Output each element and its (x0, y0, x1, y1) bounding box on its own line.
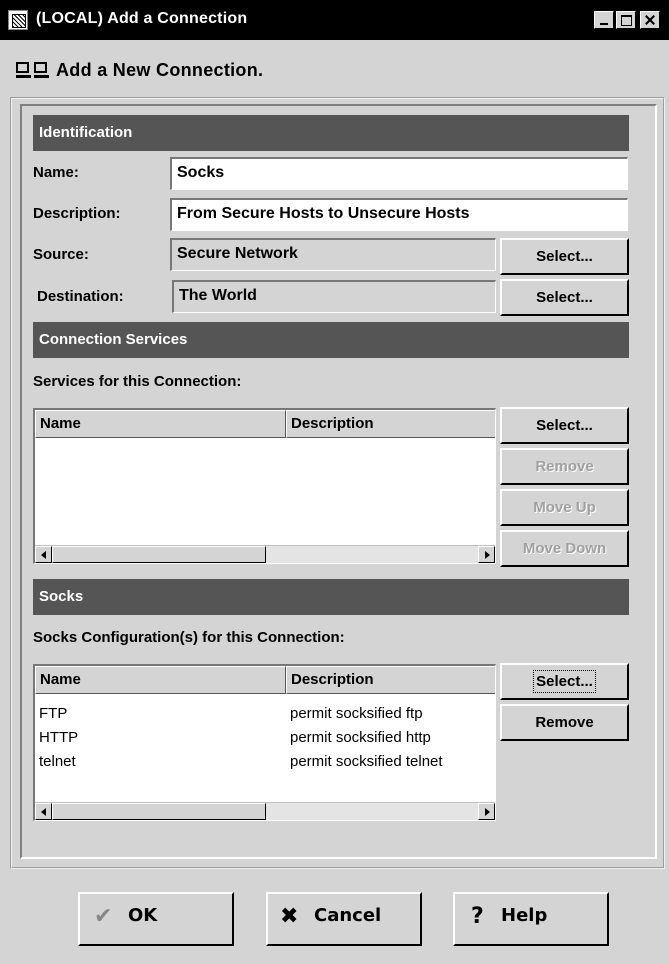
help-label: Help (501, 905, 548, 926)
services-table-header: Name Description (35, 410, 495, 438)
description-field[interactable]: From Secure Hosts to Unsecure Hosts (170, 198, 628, 231)
services-remove-button[interactable]: Remove (500, 448, 629, 485)
socks-table-header: Name Description (35, 666, 495, 694)
help-button[interactable]: ? Help (453, 892, 609, 946)
services-table[interactable]: Name Description (33, 408, 496, 564)
window-title: (LOCAL) Add a Connection (36, 10, 248, 27)
table-row[interactable]: telnet permit socksified telnet (35, 751, 495, 775)
dialog-heading: Add a New Connection. (56, 60, 264, 80)
row-name: FTP (39, 705, 68, 722)
scroll-thumb[interactable] (52, 803, 266, 820)
scroll-right-icon[interactable] (478, 803, 495, 820)
name-label: Name: (33, 164, 79, 181)
section-connection-services: Connection Services (33, 322, 629, 358)
socks-remove-button[interactable]: Remove (500, 704, 629, 741)
source-label: Source: (33, 246, 89, 263)
services-list-label: Services for this Connection: (33, 373, 242, 390)
cancel-label: Cancel (314, 905, 382, 926)
services-move-down-button[interactable]: Move Down (500, 530, 629, 567)
scroll-left-icon[interactable] (35, 546, 52, 563)
column-header-name[interactable]: Name (35, 666, 286, 694)
column-header-name[interactable]: Name (35, 410, 286, 438)
network-connection-icon (16, 62, 50, 82)
socks-horizontal-scrollbar[interactable] (35, 802, 495, 820)
question-mark-icon: ? (471, 904, 484, 929)
section-socks: Socks (33, 579, 629, 615)
cancel-button[interactable]: ✖ Cancel (266, 892, 422, 946)
row-description: permit socksified http (290, 729, 431, 746)
scroll-right-icon[interactable] (478, 546, 495, 563)
maximize-button[interactable] (616, 11, 636, 29)
column-header-description[interactable]: Description (286, 410, 495, 438)
scroll-left-icon[interactable] (35, 803, 52, 820)
source-field: Secure Network (170, 238, 496, 271)
socks-select-button[interactable]: Select... (500, 663, 629, 700)
socks-table[interactable]: Name Description FTP permit socksified f… (33, 664, 496, 821)
row-description: permit socksified ftp (290, 705, 423, 722)
name-field[interactable]: Socks (170, 157, 628, 190)
title-bar: (LOCAL) Add a Connection (0, 0, 669, 40)
destination-field: The World (172, 280, 496, 313)
socks-list-label: Socks Configuration(s) for this Connecti… (33, 629, 345, 646)
column-header-description[interactable]: Description (286, 666, 495, 694)
ok-label: OK (128, 905, 158, 926)
services-horizontal-scrollbar[interactable] (35, 545, 495, 563)
section-identification: Identification (33, 115, 629, 151)
x-icon: ✖ (280, 904, 299, 929)
destination-select-button[interactable]: Select... (500, 279, 629, 316)
table-row[interactable]: HTTP permit socksified http (35, 727, 495, 751)
window-menu-icon[interactable] (8, 10, 28, 30)
row-description: permit socksified telnet (290, 753, 443, 770)
scroll-thumb[interactable] (52, 546, 266, 563)
table-row[interactable]: FTP permit socksified ftp (35, 703, 495, 727)
description-label: Description: (33, 205, 121, 222)
source-select-button[interactable]: Select... (500, 238, 629, 275)
services-select-button[interactable]: Select... (500, 407, 629, 444)
row-name: HTTP (39, 729, 79, 746)
ok-button[interactable]: ✔ OK (78, 892, 234, 946)
socks-select-label: Select... (533, 670, 596, 693)
close-button[interactable] (640, 11, 660, 29)
checkmark-icon: ✔ (94, 904, 113, 929)
destination-label: Destination: (37, 288, 124, 305)
row-name: telnet (39, 753, 76, 770)
minimize-button[interactable] (594, 11, 614, 29)
services-move-up-button[interactable]: Move Up (500, 489, 629, 526)
